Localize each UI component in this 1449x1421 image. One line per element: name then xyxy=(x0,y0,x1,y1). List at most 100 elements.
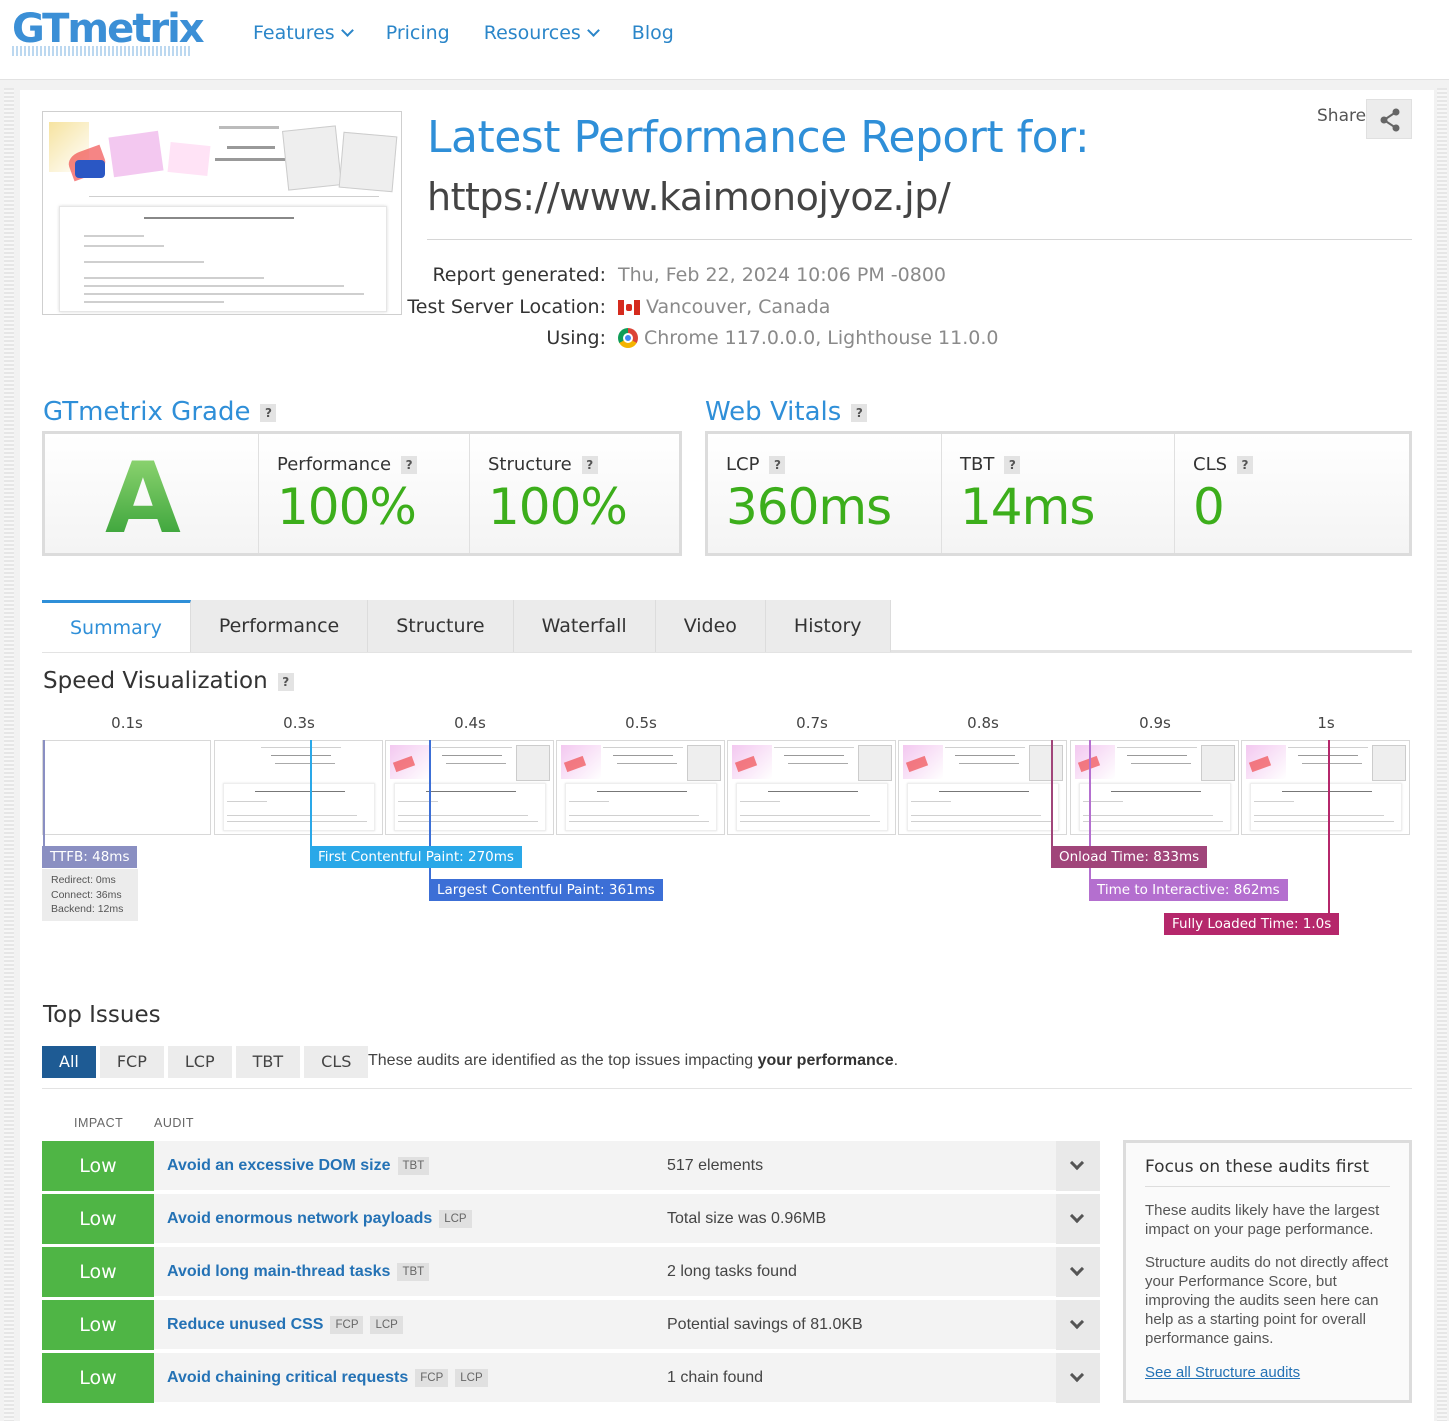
frame-time-label: 1s xyxy=(1317,714,1335,732)
issue-row[interactable]: Low Avoid long main-thread tasks TBT 2 long… xyxy=(42,1247,1100,1297)
metric-tag: LCP xyxy=(439,1210,472,1228)
filmstrip-frame[interactable] xyxy=(214,740,383,835)
tab-performance[interactable]: Performance xyxy=(190,600,369,652)
gtmetrix-grade-title: GTmetrix Grade? xyxy=(43,397,277,427)
tab-history[interactable]: History xyxy=(765,600,891,652)
speed-visualization-title: Speed Visualization? xyxy=(43,668,294,694)
expand-button[interactable] xyxy=(1056,1141,1100,1191)
help-icon[interactable]: ? xyxy=(581,456,598,474)
issue-filters: All FCP LCP TBT CLS xyxy=(42,1046,369,1078)
help-icon[interactable]: ? xyxy=(401,456,418,474)
share-icon xyxy=(1380,108,1400,132)
tab-video[interactable]: Video xyxy=(655,600,766,652)
metric-tag: TBT xyxy=(397,1157,430,1175)
see-all-structure-audits-link[interactable]: See all Structure audits xyxy=(1145,1364,1390,1381)
audit-title[interactable]: Avoid long main-thread tasks TBT xyxy=(167,1247,430,1297)
fcp-line xyxy=(310,740,312,850)
help-icon[interactable]: ? xyxy=(260,403,277,422)
frame-time-label: 0.5s xyxy=(625,714,657,732)
nav-resources[interactable]: Resources xyxy=(484,22,600,44)
chevron-down-icon xyxy=(1069,1155,1085,1171)
expand-button[interactable] xyxy=(1056,1194,1100,1244)
filter-all[interactable]: All xyxy=(42,1046,96,1078)
tti-marker: Time to Interactive: 862ms xyxy=(1089,879,1288,901)
fcp-marker: First Contentful Paint: 270ms xyxy=(310,846,522,868)
help-icon[interactable]: ? xyxy=(1004,456,1021,474)
chevron-down-icon xyxy=(1069,1261,1085,1277)
filmstrip-frame[interactable] xyxy=(42,740,211,835)
filmstrip-frame[interactable] xyxy=(1241,740,1410,835)
page-edge-stripe xyxy=(4,88,14,1421)
grade-letter: A xyxy=(105,442,181,556)
onload-line xyxy=(1051,740,1053,850)
expand-button[interactable] xyxy=(1056,1247,1100,1297)
performance-score: Performance? 100% xyxy=(259,434,470,553)
audit-result: Total size was 0.96MB xyxy=(667,1210,827,1227)
chrome-icon xyxy=(618,328,638,348)
canada-flag-icon xyxy=(618,299,640,315)
issue-row[interactable]: Low Reduce unused CSS FCP LCP Potential savi… xyxy=(42,1300,1100,1350)
help-icon[interactable]: ? xyxy=(1237,456,1254,474)
audit-title[interactable]: Avoid an excessive DOM size TBT xyxy=(167,1141,430,1191)
nav-features[interactable]: Features xyxy=(253,22,354,44)
nav-pricing[interactable]: Pricing xyxy=(386,22,450,44)
chevron-down-icon xyxy=(586,24,600,37)
thumbnail-header xyxy=(49,120,398,200)
cls-metric: CLS? 0 xyxy=(1175,434,1409,553)
tab-summary[interactable]: Summary xyxy=(42,600,191,652)
divider xyxy=(42,1088,1412,1089)
impact-badge: Low xyxy=(42,1141,154,1191)
tab-structure[interactable]: Structure xyxy=(368,600,514,652)
audit-result: 517 elements xyxy=(667,1157,764,1174)
filmstrip-frame[interactable] xyxy=(1070,740,1239,835)
filmstrip-frame[interactable] xyxy=(898,740,1067,835)
frame-time-label: 0.4s xyxy=(454,714,486,732)
col-impact: IMPACT xyxy=(74,1116,124,1130)
share-button[interactable] xyxy=(1366,99,1412,139)
issue-row[interactable]: Low Avoid an excessive DOM size TBT 517 ele… xyxy=(42,1141,1100,1191)
tab-waterfall[interactable]: Waterfall xyxy=(513,600,656,652)
impact-badge: Low xyxy=(42,1353,154,1403)
expand-button[interactable] xyxy=(1056,1300,1100,1350)
top-issues-title: Top Issues xyxy=(43,1002,161,1028)
filmstrip-frame[interactable] xyxy=(727,740,896,835)
filmstrip-frame[interactable] xyxy=(385,740,554,835)
expand-button[interactable] xyxy=(1056,1353,1100,1403)
audit-result: Potential savings of 81.0KB xyxy=(667,1316,863,1333)
impact-badge: Low xyxy=(42,1247,154,1297)
impact-badge: Low xyxy=(42,1300,154,1350)
report-url[interactable]: https://www.kaimonojyoz.jp/ xyxy=(427,175,951,219)
filmstrip-frame[interactable] xyxy=(556,740,725,835)
chevron-down-icon xyxy=(1069,1367,1085,1383)
fully-loaded-line xyxy=(1328,740,1330,916)
audit-title[interactable]: Avoid enormous network payloads LCP xyxy=(167,1194,472,1244)
fully-loaded-marker: Fully Loaded Time: 1.0s xyxy=(1164,913,1340,935)
audit-result: 2 long tasks found xyxy=(667,1263,797,1280)
frame-time-label: 0.1s xyxy=(111,714,143,732)
report-title: Latest Performance Report for: xyxy=(427,112,1090,163)
help-icon[interactable]: ? xyxy=(851,403,868,422)
focus-title: Focus on these audits first xyxy=(1145,1157,1390,1187)
help-icon[interactable]: ? xyxy=(769,456,786,474)
filter-tbt[interactable]: TBT xyxy=(235,1046,301,1078)
metric-tag: LCP xyxy=(370,1316,403,1334)
nav-blog[interactable]: Blog xyxy=(632,22,674,44)
focus-text-2: Structure audits do not directly affect … xyxy=(1145,1254,1389,1347)
issue-row[interactable]: Low Avoid enormous network payloads LCP Tot… xyxy=(42,1194,1100,1244)
filter-lcp[interactable]: LCP xyxy=(167,1046,232,1078)
ttfb-details: Redirect: 0ms Connect: 36ms Backend: 12m… xyxy=(42,869,138,921)
filter-fcp[interactable]: FCP xyxy=(99,1046,164,1078)
chevron-down-icon xyxy=(1069,1314,1085,1330)
issue-row[interactable]: Low Avoid chaining critical requests FCP LC… xyxy=(42,1353,1100,1403)
audit-title[interactable]: Avoid chaining critical requests FCP LCP xyxy=(167,1353,488,1403)
frame-time-label: 0.9s xyxy=(1139,714,1171,732)
ttfb-marker: TTFB: 48ms xyxy=(42,846,138,868)
filter-cls[interactable]: CLS xyxy=(304,1046,369,1078)
help-icon[interactable]: ? xyxy=(277,672,294,691)
lcp-marker: Largest Contentful Paint: 361ms xyxy=(429,879,663,901)
audit-title[interactable]: Reduce unused CSS FCP LCP xyxy=(167,1300,403,1350)
grade-letter-cell: A xyxy=(45,434,259,556)
onload-marker: Onload Time: 833ms xyxy=(1051,846,1208,868)
metric-tag: LCP xyxy=(455,1369,488,1387)
frame-time-label: 0.3s xyxy=(283,714,315,732)
